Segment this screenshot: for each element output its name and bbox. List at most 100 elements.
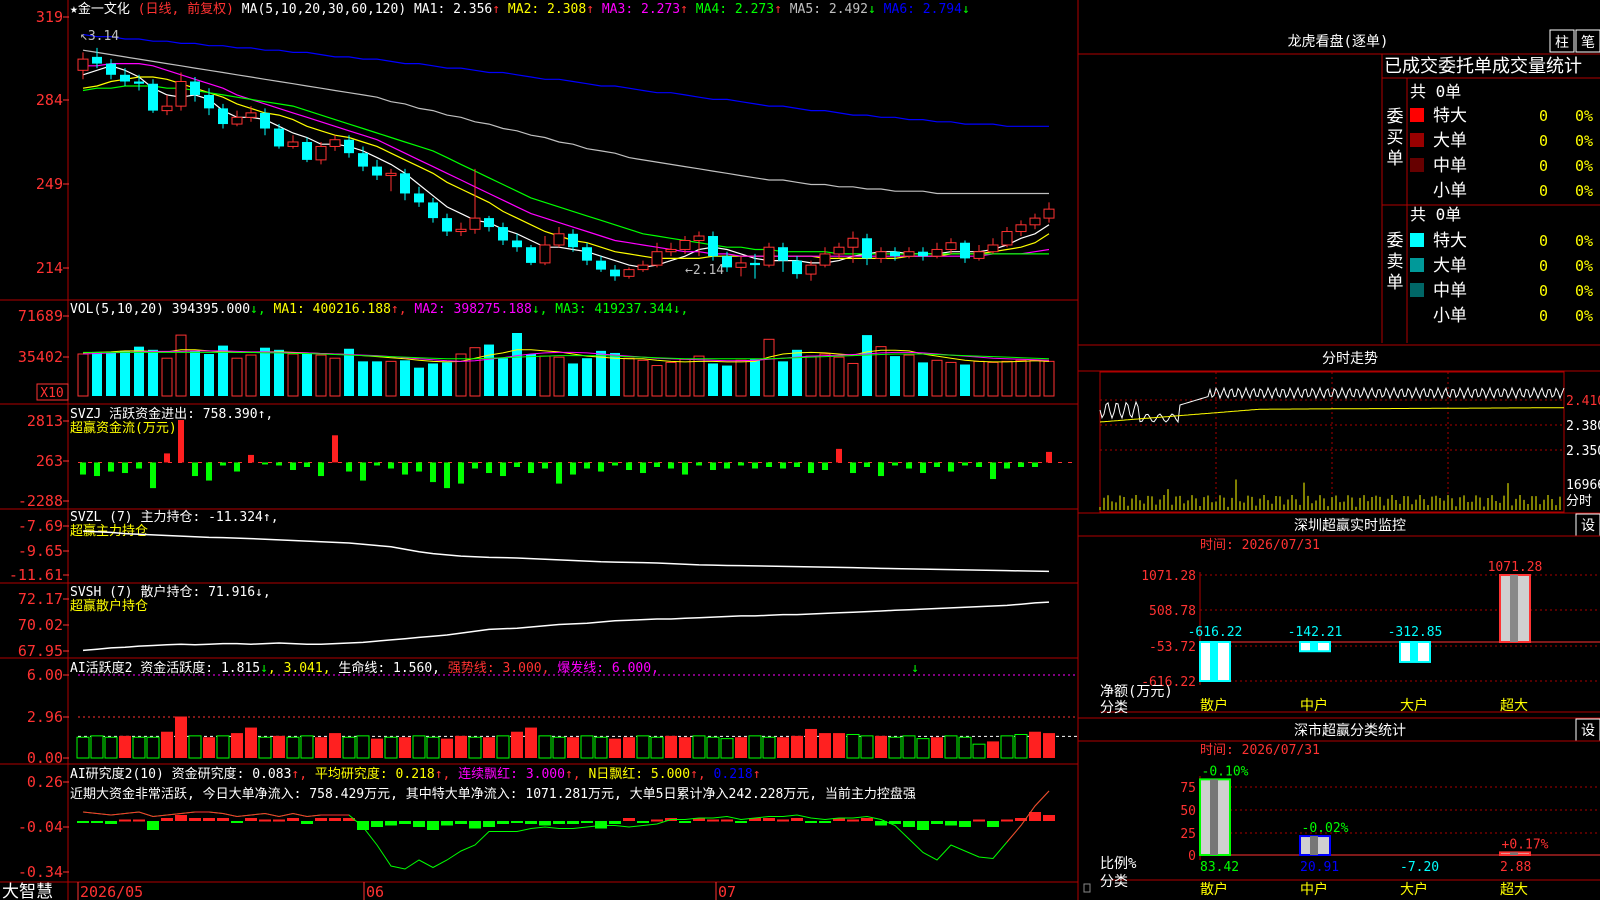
volume-bar-up (385, 360, 397, 397)
candle-up (1001, 231, 1013, 246)
outflow-bar (598, 462, 604, 472)
research-bar-down (371, 821, 383, 827)
volume-bar-down (498, 358, 508, 396)
volume-bar-up (1043, 360, 1055, 397)
candle-up (875, 251, 887, 259)
research-bar-down (399, 821, 411, 824)
ai1-tick-label: 6.00 (27, 666, 63, 684)
candle-up (553, 233, 565, 246)
buy-total: 共 0单 (1410, 82, 1461, 101)
volume-bar-up (623, 357, 635, 397)
volume-bar-down (358, 361, 368, 396)
ai1-life: 生命线: 1.560, (331, 660, 440, 676)
research-bar-down (903, 821, 915, 827)
high-price-note: ↖3.14 (80, 29, 119, 44)
price-tick-label: 319 (36, 8, 63, 26)
activity-bar-up (679, 737, 691, 758)
research-bar-down (931, 821, 943, 824)
research-bar-down (581, 821, 593, 823)
research-bar-down (595, 821, 607, 829)
activity-bar-up (245, 727, 257, 758)
outflow-bar (318, 462, 324, 477)
candle-up (693, 235, 705, 241)
buy-side-label: 委 (1387, 107, 1404, 127)
intraday-tick: 2.380 (1566, 419, 1600, 434)
stats-settings-label: 设 (1581, 723, 1595, 739)
activity-bar-up (819, 733, 831, 758)
candle-down (918, 251, 928, 257)
ma-arrow: ↑ (680, 2, 696, 17)
research-bar-up (189, 818, 201, 821)
volume-bar-down (120, 350, 130, 396)
sell-side-label: 卖 (1387, 252, 1404, 272)
outflow-bar (1004, 462, 1010, 469)
volume-bar-down (92, 351, 102, 396)
candle-down (218, 108, 228, 125)
research-line-red (82, 811, 349, 818)
order-color-swatch (1410, 133, 1424, 147)
ai2-last: 0.218 (706, 767, 753, 782)
candle-down (960, 242, 970, 259)
order-percent: 0% (1575, 257, 1593, 275)
vol-ma-arrow: ↓, (673, 302, 689, 317)
order-color-swatch (1410, 233, 1424, 247)
order-count: 0 (1539, 157, 1548, 175)
research-bar-down (805, 821, 817, 823)
outflow-bar (1018, 462, 1024, 467)
volume-bar-up (735, 359, 747, 397)
activity-bar-up (987, 741, 999, 758)
brand-logo: 大智慧 (2, 882, 53, 900)
outflow-bar (346, 462, 352, 472)
ma-value: MA4: 2.273 (696, 2, 774, 17)
vol-unit-label: X10 (40, 386, 63, 401)
volume-bar-down (260, 347, 270, 396)
activity-bar-down (636, 735, 650, 759)
volume-bar-up (693, 355, 705, 397)
outflow-bar (136, 462, 142, 469)
candle-down (260, 112, 270, 129)
research-bar-up (763, 818, 775, 821)
candle-up (679, 239, 691, 250)
outflow-bar (150, 462, 156, 489)
research-bar-up (777, 819, 789, 822)
activity-bar-up (567, 737, 579, 758)
outflow-bar (206, 462, 212, 481)
activity-bar-down (538, 735, 552, 759)
candle-down (302, 141, 312, 160)
ai1-title: AI活跃度2 资金活跃度: 1.815 (70, 660, 260, 676)
svzj-tick-label: 2813 (27, 412, 63, 430)
research-bar-up (259, 819, 271, 822)
ai2-tick-label: -0.04 (18, 818, 63, 836)
ai1-tick-label: 0.00 (27, 749, 63, 767)
research-bar-down (553, 821, 565, 824)
activity-bar-down (692, 735, 706, 759)
candle-down (400, 173, 410, 194)
monitor-tick: -53.72 (1149, 640, 1196, 655)
research-bar-up (623, 818, 635, 821)
activity-bar-down (146, 736, 160, 759)
research-bar-down (637, 821, 649, 823)
research-bar-down (959, 821, 971, 827)
candle-up (231, 116, 243, 125)
activity-bar-up (665, 735, 677, 758)
outflow-bar (780, 462, 786, 469)
outflow-bar (556, 462, 562, 484)
candle-down (134, 81, 144, 84)
activity-bar-down (944, 735, 958, 759)
sell-total: 共 0单 (1410, 205, 1461, 224)
activity-bar-down (720, 738, 734, 759)
volume-bar-up (553, 356, 565, 397)
volume-bar-up (679, 358, 691, 397)
stats-category: 散户 (1200, 881, 1228, 898)
volume-bar-down (148, 349, 158, 396)
ma-value: MA1: 2.356 (414, 2, 492, 17)
stats-bar-shade (1310, 836, 1318, 855)
outflow-bar (360, 462, 366, 481)
research-bar-down (231, 821, 243, 823)
candle-down (610, 269, 620, 277)
monitor-category: 散户 (1200, 697, 1228, 714)
activity-bar-down (496, 735, 510, 759)
research-bar-up (315, 818, 327, 821)
order-percent: 0% (1575, 107, 1593, 125)
volume-bar-down (918, 362, 928, 396)
